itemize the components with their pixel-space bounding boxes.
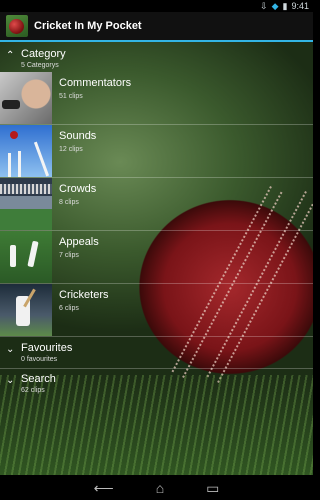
item-title: Appeals [59,236,99,248]
action-bar: Cricket In My Pocket [0,12,313,42]
recent-apps-icon[interactable]: ▭ [206,481,219,495]
list-item-appeals[interactable]: Appeals 7 clips [0,231,313,283]
download-icon: ⇩ [260,0,268,11]
item-count: 12 clips [59,146,83,153]
list-item-cricketers[interactable]: Cricketers 6 clips [0,284,313,336]
item-count: 51 clips [59,93,83,100]
battery-icon: ▮ [282,0,288,11]
back-icon[interactable]: ⟵ [94,481,114,495]
crowds-thumbnail [0,178,52,230]
category-subtitle: 5 Categorys [21,62,59,69]
search-title: Search [21,373,56,385]
commentators-thumbnail [0,72,52,124]
app-title: Cricket In My Pocket [34,20,142,32]
chevron-down-icon: ⌄ [6,375,15,386]
search-header[interactable]: ⌄ Search 62 clips [0,373,313,403]
item-title: Cricketers [59,289,109,301]
status-bar: ⇩ ◆ ▮ 9:41 [0,0,313,12]
status-time: 9:41 [291,1,309,11]
item-title: Sounds [59,130,97,142]
sounds-thumbnail [0,125,52,177]
cricket-ball-icon[interactable] [6,15,28,37]
home-icon[interactable]: ⌂ [156,481,164,495]
search-subtitle: 62 clips [21,387,45,394]
status-icons: ⇩ ◆ ▮ 9:41 [260,0,309,12]
wifi-icon: ◆ [271,0,279,11]
chevron-down-icon: ⌄ [6,344,15,355]
appeals-thumbnail [0,231,52,283]
category-title: Category [21,48,66,60]
cricketers-thumbnail [0,284,52,336]
item-count: 6 clips [59,305,79,312]
list-item-sounds[interactable]: Sounds 12 clips [0,125,313,177]
system-nav-bar: ⟵ ⌂ ▭ [0,475,313,500]
item-count: 7 clips [59,252,79,259]
item-title: Commentators [59,77,132,89]
chevron-up-icon: ⌃ [6,50,15,61]
favourites-title: Favourites [21,342,73,354]
list-item-crowds[interactable]: Crowds 8 clips [0,178,313,230]
item-title: Crowds [59,183,97,195]
favourites-subtitle: 0 favourites [21,356,58,363]
divider [0,368,313,369]
main-content: ⌃ Category 5 Categorys Commentators 51 c… [0,42,313,475]
divider [0,336,313,337]
list-item-commentators[interactable]: Commentators 51 clips [0,72,313,124]
item-count: 8 clips [59,199,79,206]
